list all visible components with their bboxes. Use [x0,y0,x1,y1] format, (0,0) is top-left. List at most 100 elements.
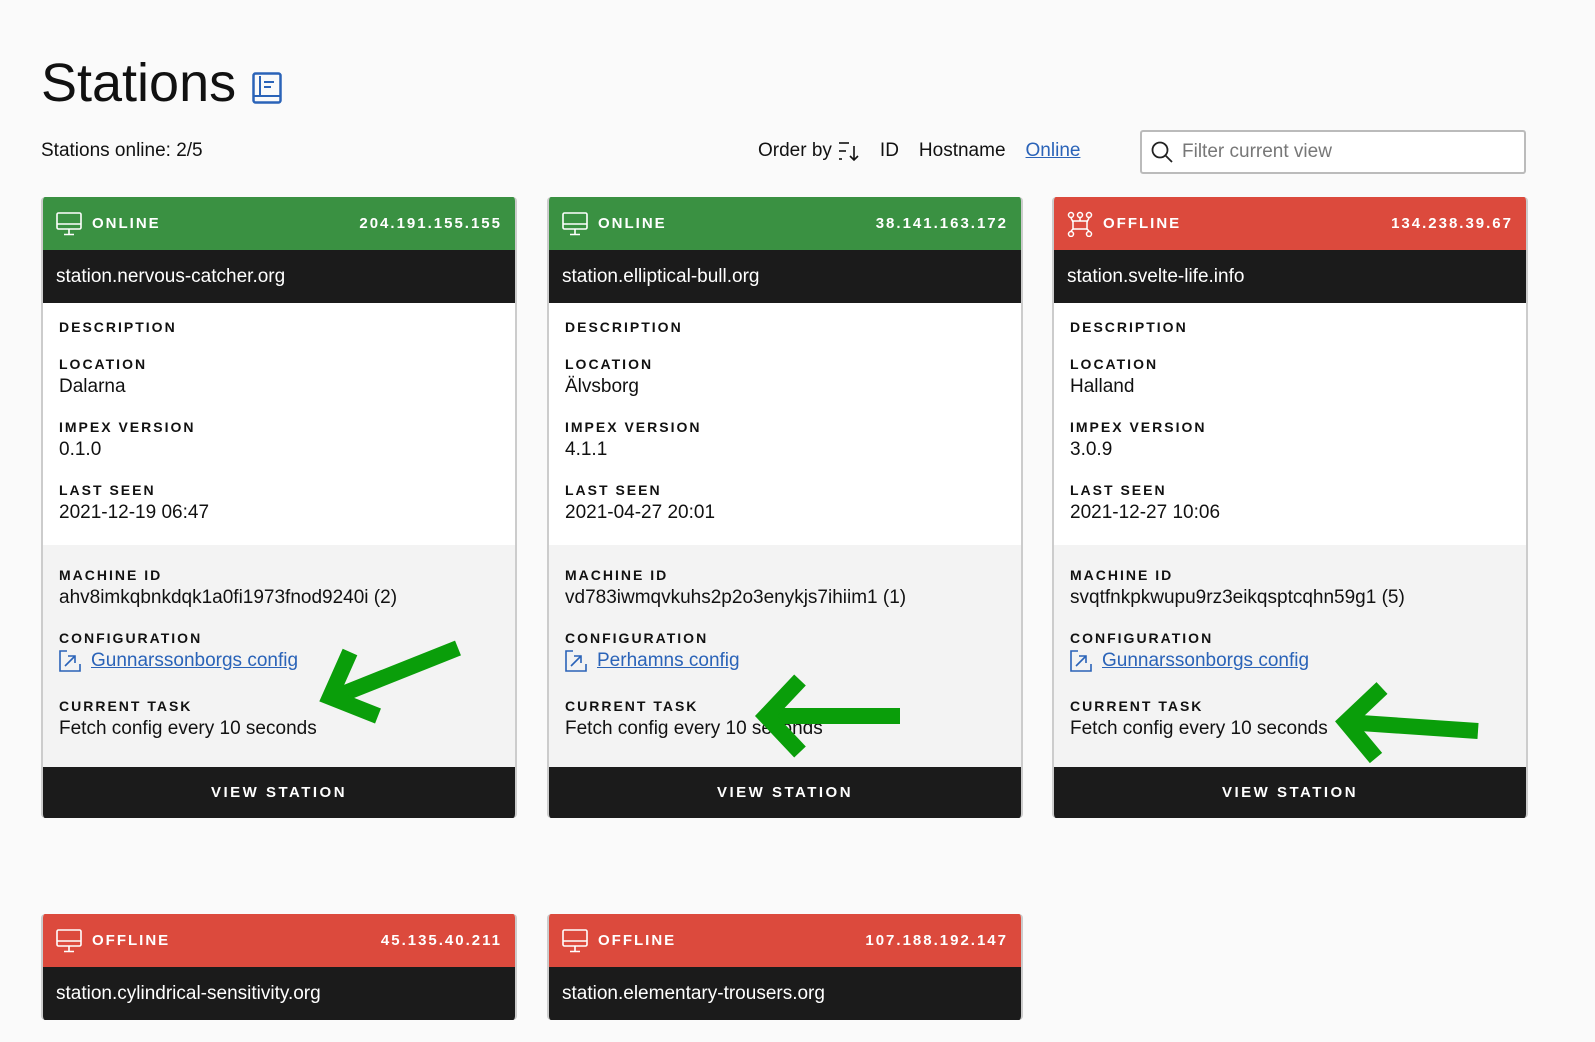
ip-address: 45.135.40.211 [380,932,502,949]
ip-address: 107.188.192.147 [865,932,1008,949]
station-status-header: ONLINE 38.141.163.172 [549,197,1021,250]
field-description: DESCRIPTION [59,319,499,335]
order-option-hostname[interactable]: Hostname [919,140,1006,162]
ip-address: 134.238.39.67 [1391,215,1513,232]
order-option-id[interactable]: ID [880,140,899,162]
field-description: DESCRIPTION [1070,319,1510,335]
order-option-online[interactable]: Online [1026,140,1081,162]
location-value: Halland [1070,376,1135,397]
configuration-link[interactable]: Gunnarssonborgs config [59,650,298,672]
station-status-header: OFFLINE 107.188.192.147 [549,914,1021,967]
station-hostname: station.nervous-catcher.org [43,250,515,303]
station-hostname: station.elementary-trousers.org [549,967,1021,1020]
station-details: DESCRIPTION LOCATION Älvsborg IMPEX VERSI… [549,303,1021,524]
filter-box [1140,130,1526,174]
monitor-icon [562,928,588,953]
field-current-task: CURRENT TASK Fetch config every 10 second… [59,698,499,740]
field-current-task: CURRENT TASK Fetch config every 10 second… [1070,698,1510,740]
field-label: CONFIGURATION [565,630,709,646]
field-configuration: CONFIGURATION Gunnarssonborgs config [59,630,499,677]
configuration-link[interactable]: Perhamns config [565,650,740,672]
field-label: IMPEX VERSION [565,419,702,435]
station-machine-info: MACHINE ID svqtfnkpkwupu9rz3eikqsptcqhn59… [1054,545,1526,767]
field-description: DESCRIPTION [565,319,1005,335]
field-location: LOCATION Halland [1070,356,1510,398]
page-title: Stations [41,52,282,114]
monitor-icon [562,211,588,236]
field-label: CONFIGURATION [1070,630,1214,646]
field-label: IMPEX VERSION [59,419,196,435]
location-value: Dalarna [59,376,126,397]
field-label: CURRENT TASK [565,698,699,714]
view-station-button[interactable]: VIEW STATION [549,767,1021,818]
station-status-header: ONLINE 204.191.155.155 [43,197,515,250]
configuration-link[interactable]: Gunnarssonborgs config [1070,650,1309,672]
ip-address: 204.191.155.155 [359,215,502,232]
station-hostname: station.elliptical-bull.org [549,250,1021,303]
current-task-value: Fetch config every 10 seconds [1070,718,1328,739]
external-link-icon [59,650,81,672]
field-location: LOCATION Dalarna [59,356,499,398]
impex-version-value: 0.1.0 [59,439,102,460]
impex-version-value: 3.0.9 [1070,439,1113,460]
ip-address: 38.141.163.172 [875,215,1008,232]
field-label: CURRENT TASK [1070,698,1204,714]
field-last-seen: LAST SEEN 2021-12-19 06:47 [59,482,499,524]
field-impex: IMPEX VERSION 3.0.9 [1070,419,1510,461]
field-label: IMPEX VERSION [1070,419,1207,435]
field-configuration: CONFIGURATION Perhamns config [565,630,1005,677]
status-label: ONLINE [598,215,667,232]
field-label: LAST SEEN [59,482,156,498]
docs-book-icon[interactable] [252,72,282,104]
station-card: OFFLINE 134.238.39.67 station.svelte-lif… [1052,197,1528,818]
field-label: MACHINE ID [59,567,163,583]
sort-icon[interactable] [838,140,860,162]
station-status-header: OFFLINE 134.238.39.67 [1054,197,1526,250]
field-machine-id: MACHINE ID svqtfnkpkwupu9rz3eikqsptcqhn59… [1070,567,1510,609]
station-card: OFFLINE 107.188.192.147 station.elementa… [547,914,1023,1020]
field-label: MACHINE ID [565,567,669,583]
monitor-icon [56,928,82,953]
station-details: DESCRIPTION LOCATION Halland IMPEX VERSIO… [1054,303,1526,524]
search-icon [1151,141,1173,163]
field-label: LAST SEEN [1070,482,1167,498]
field-label: DESCRIPTION [565,319,683,335]
station-machine-info: MACHINE ID ahv8imkqbnkdqk1a0fi1973fnod924… [43,545,515,767]
stations-online-count: Stations online: 2/5 [41,140,203,161]
field-label: MACHINE ID [1070,567,1174,583]
last-seen-value: 2021-12-19 06:47 [59,502,210,523]
field-impex: IMPEX VERSION 0.1.0 [59,419,499,461]
page-title-text: Stations [41,53,237,113]
network-icon [1067,211,1093,237]
external-link-icon [1070,650,1092,672]
field-impex: IMPEX VERSION 4.1.1 [565,419,1005,461]
location-value: Älvsborg [565,376,639,397]
field-label: LOCATION [565,356,654,372]
field-last-seen: LAST SEEN 2021-04-27 20:01 [565,482,1005,524]
field-label: LOCATION [1070,356,1159,372]
configuration-link-text: Perhamns config [597,650,740,671]
field-label: LAST SEEN [565,482,662,498]
order-by-controls: Order by ID Hostname Online [758,140,1080,162]
station-status-header: OFFLINE 45.135.40.211 [43,914,515,967]
status-label: ONLINE [92,215,161,232]
station-card: ONLINE 38.141.163.172 station.elliptical… [547,197,1023,818]
field-machine-id: MACHINE ID vd783iwmqvkuhs2p2o3enykjs7ihii… [565,567,1005,609]
machine-id-value: vd783iwmqvkuhs2p2o3enykjs7ihiim1 (1) [565,587,907,608]
current-task-value: Fetch config every 10 seconds [59,718,317,739]
monitor-icon [56,211,82,236]
field-label: CURRENT TASK [59,698,193,714]
view-station-button[interactable]: VIEW STATION [43,767,515,818]
impex-version-value: 4.1.1 [565,439,608,460]
external-link-icon [565,650,587,672]
filter-input[interactable] [1182,141,1502,163]
field-label: DESCRIPTION [59,319,177,335]
configuration-link-text: Gunnarssonborgs config [91,650,299,671]
field-last-seen: LAST SEEN 2021-12-27 10:06 [1070,482,1510,524]
machine-id-value: ahv8imkqbnkdqk1a0fi1973fnod9240i (2) [59,587,398,608]
current-task-value: Fetch config every 10 seconds [565,718,823,739]
field-label: CONFIGURATION [59,630,203,646]
view-station-button[interactable]: VIEW STATION [1054,767,1526,818]
last-seen-value: 2021-04-27 20:01 [565,502,716,523]
field-label: LOCATION [59,356,148,372]
